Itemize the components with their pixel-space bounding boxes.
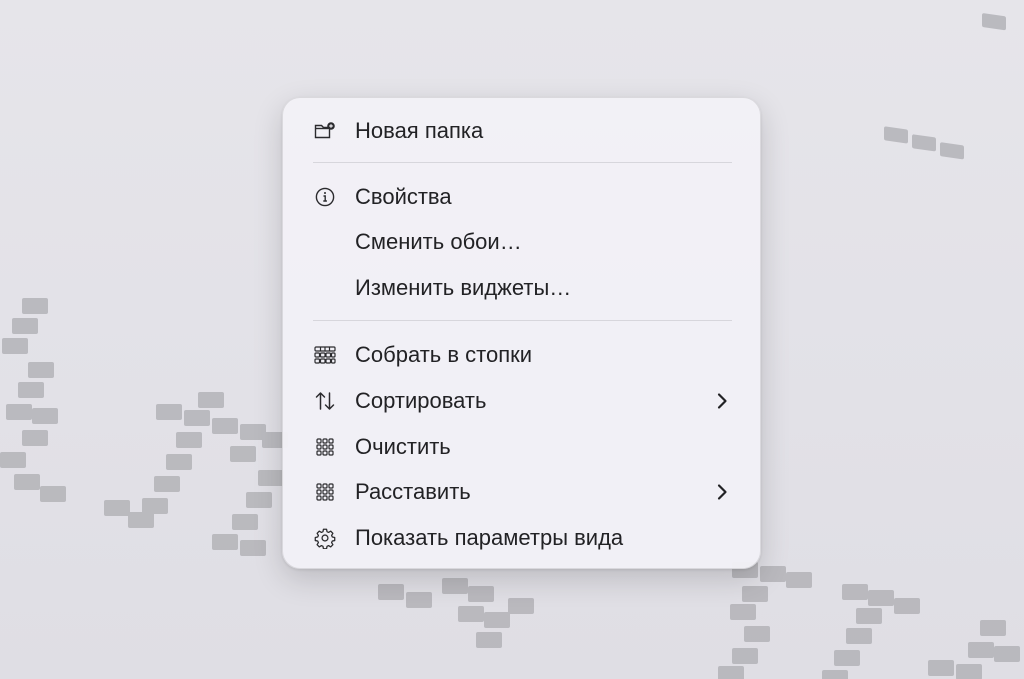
gear-icon (314, 527, 336, 549)
menu-item-label: Показать параметры вида (355, 525, 624, 550)
menu-item-arrange[interactable]: Расставить (297, 473, 746, 511)
menu-item-new-folder[interactable]: Новая папка (297, 112, 746, 150)
menu-item-label: Собрать в стопки (355, 342, 533, 367)
chevron-right-icon (712, 391, 732, 411)
context-menu: Новая папка Свойства Сменить обои… Измен… (282, 97, 761, 569)
menu-item-use-stacks[interactable]: Собрать в стопки (297, 336, 746, 374)
menu-separator (313, 162, 732, 163)
menu-item-properties[interactable]: Свойства (297, 178, 746, 216)
menu-item-label: Очистить (355, 434, 451, 459)
stacks-icon (314, 344, 336, 366)
chevron-right-icon (712, 482, 732, 502)
menu-item-change-wallpaper[interactable]: Сменить обои… (297, 223, 746, 261)
menu-item-clean-up[interactable]: Очистить (297, 428, 746, 466)
menu-item-label: Сменить обои… (355, 229, 522, 254)
menu-separator (313, 320, 732, 321)
menu-item-label: Сортировать (355, 388, 487, 413)
grid-icon (314, 481, 336, 503)
menu-item-label: Расставить (355, 479, 471, 504)
info-icon (314, 186, 336, 208)
menu-item-sort-by[interactable]: Сортировать (297, 382, 746, 420)
new-folder-icon (314, 120, 336, 142)
sort-arrows-icon (314, 390, 336, 412)
menu-item-edit-widgets[interactable]: Изменить виджеты… (297, 269, 746, 307)
menu-item-label: Изменить виджеты… (355, 275, 572, 300)
grid-icon (314, 436, 336, 458)
menu-item-label: Новая папка (355, 118, 484, 143)
menu-item-show-view-options[interactable]: Показать параметры вида (297, 519, 746, 557)
menu-item-label: Свойства (355, 184, 452, 209)
